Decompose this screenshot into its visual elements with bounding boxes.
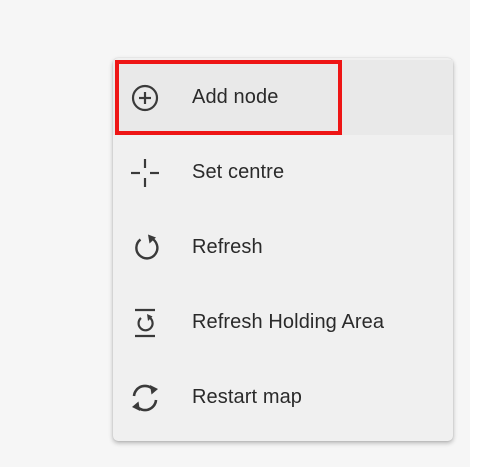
menu-item-label: Set centre bbox=[192, 161, 285, 183]
context-menu: Add node Set centre Refresh Refresh Hold… bbox=[113, 58, 453, 441]
refresh-icon bbox=[127, 230, 163, 266]
add-circle-icon bbox=[127, 80, 163, 116]
menu-item-refresh[interactable]: Refresh bbox=[113, 210, 453, 285]
restart-icon bbox=[127, 380, 163, 416]
menu-item-refresh-holding-area[interactable]: Refresh Holding Area bbox=[113, 285, 453, 360]
menu-item-label: Restart map bbox=[192, 386, 303, 408]
menu-item-label: Refresh Holding Area bbox=[192, 311, 385, 333]
menu-item-label: Refresh bbox=[192, 236, 263, 258]
refresh-holding-area-icon bbox=[127, 305, 163, 341]
crosshair-icon bbox=[127, 155, 163, 191]
menu-item-set-centre[interactable]: Set centre bbox=[113, 135, 453, 210]
menu-item-add-node[interactable]: Add node bbox=[113, 60, 453, 135]
menu-item-restart-map[interactable]: Restart map bbox=[113, 360, 453, 435]
menu-item-label: Add node bbox=[192, 86, 279, 108]
